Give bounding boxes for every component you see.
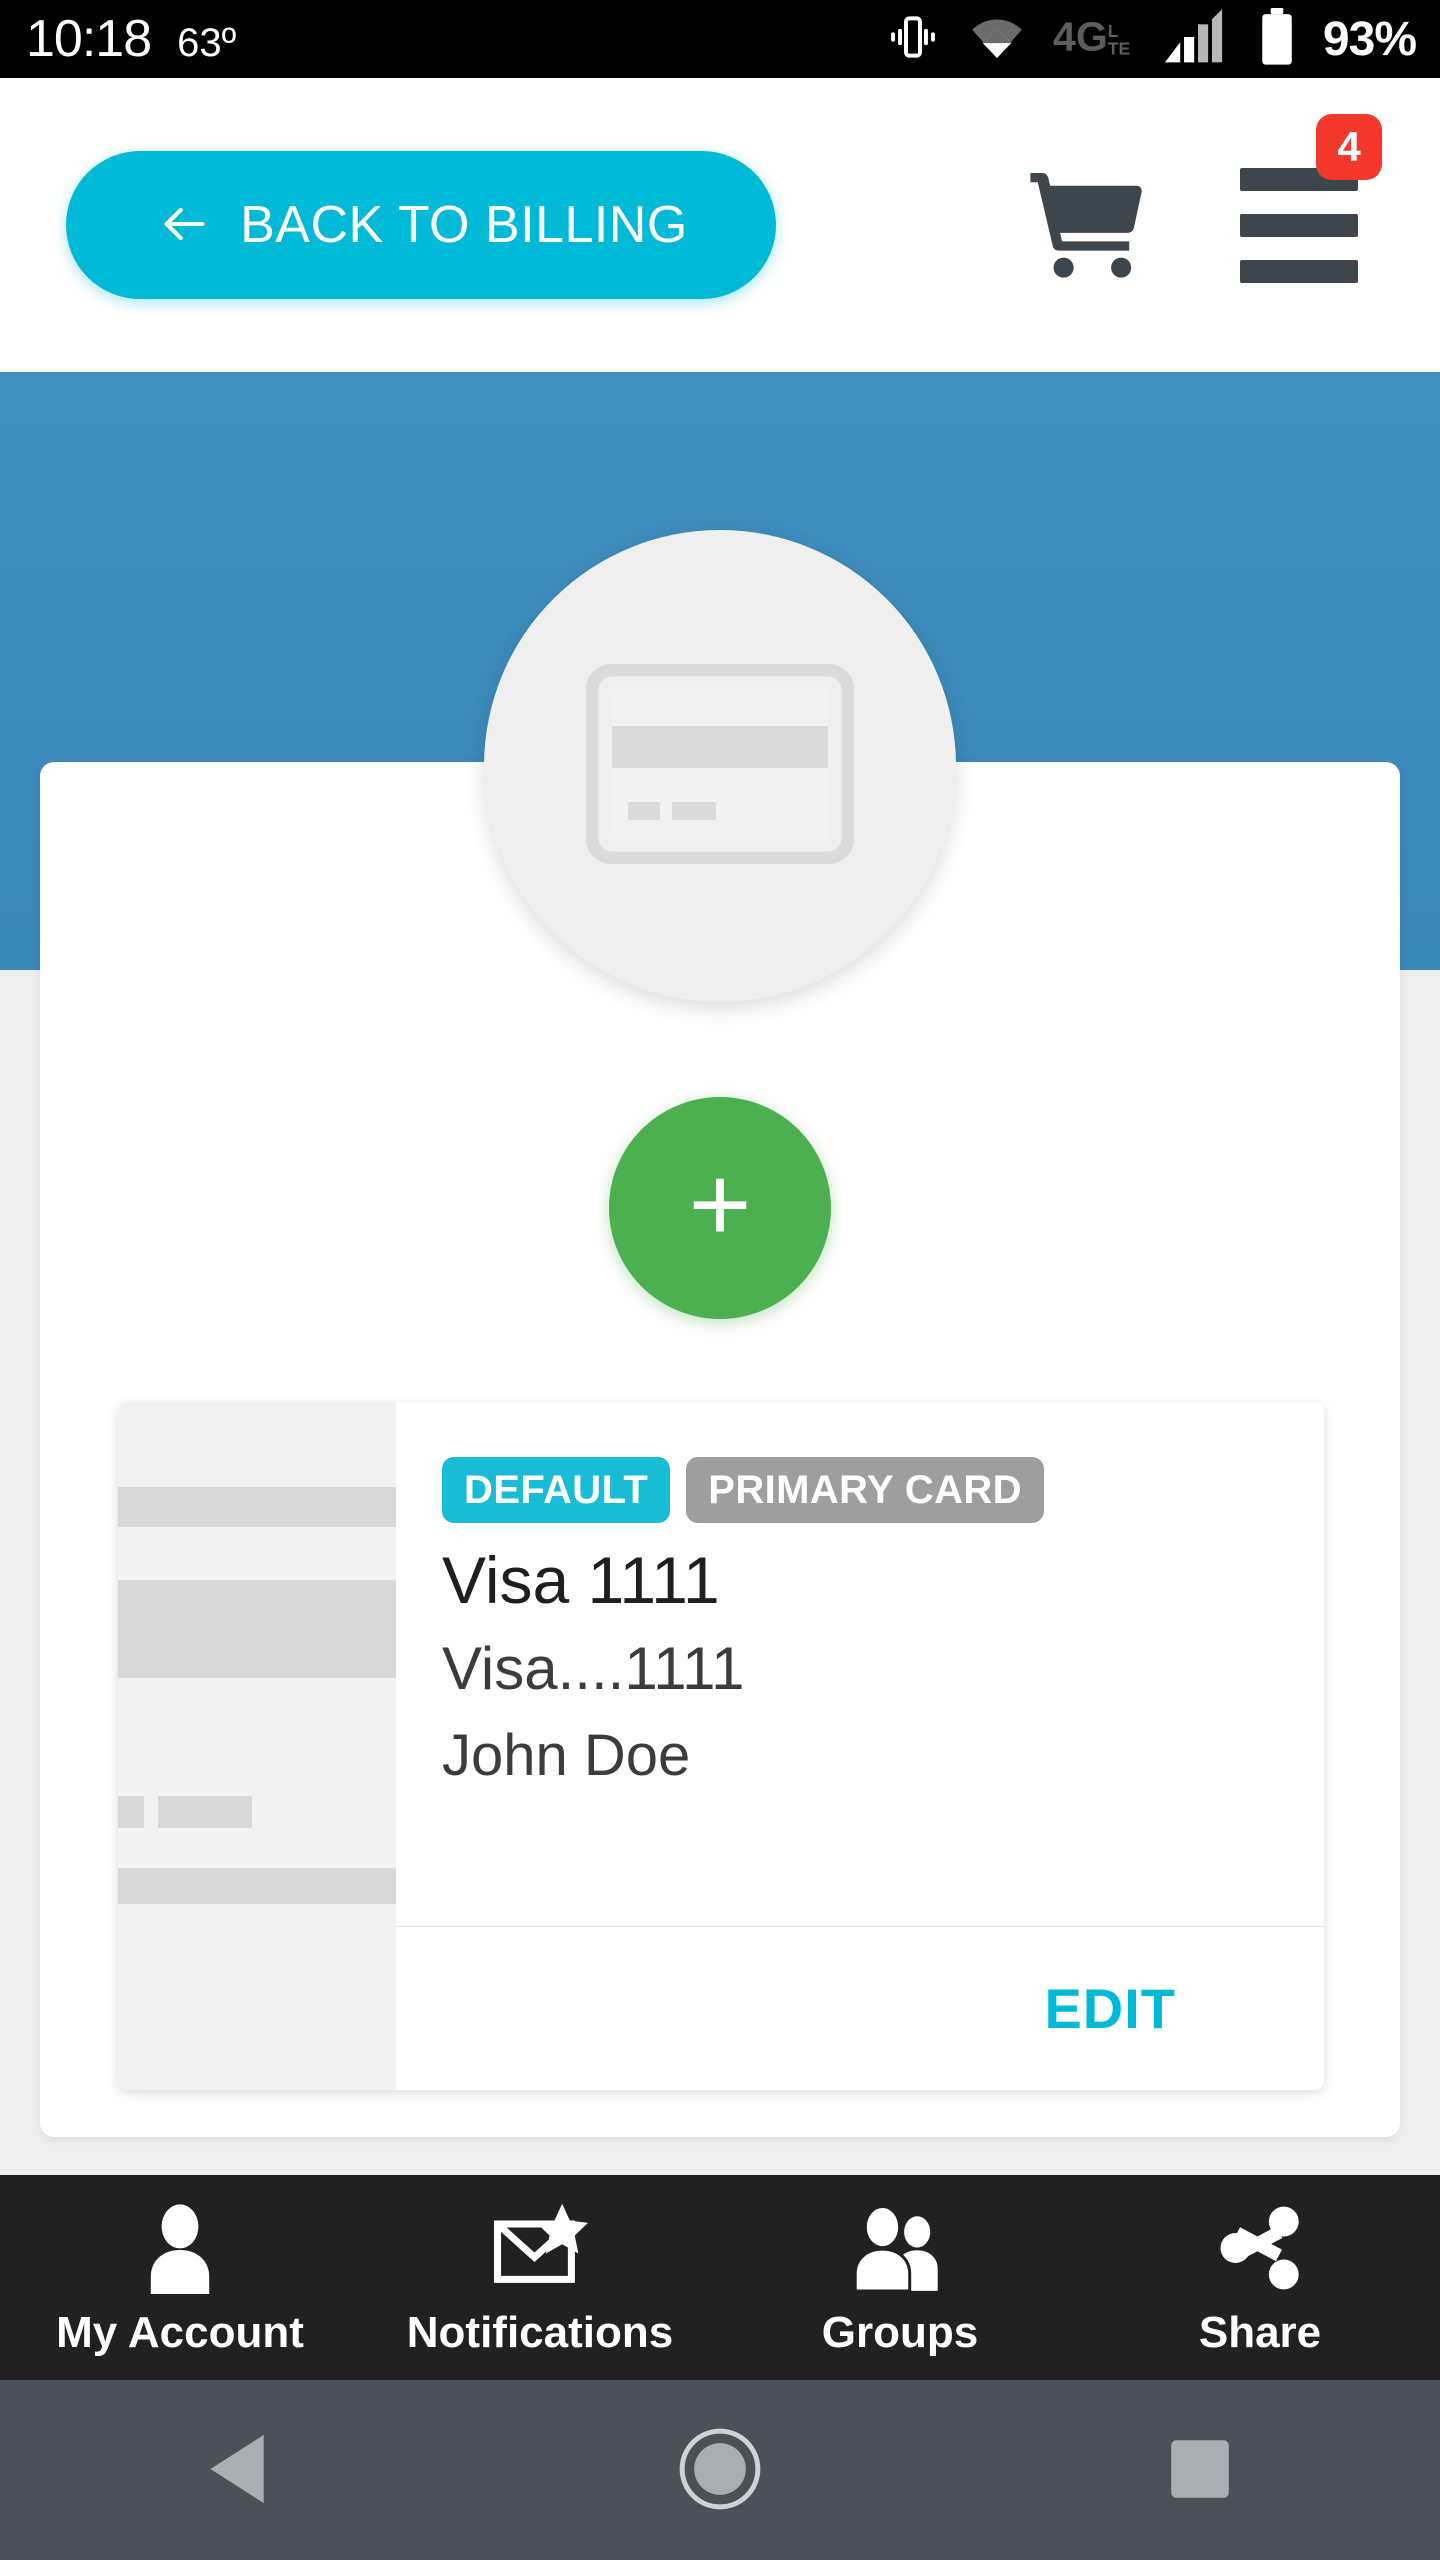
recents-square-icon — [1168, 2437, 1232, 2504]
home-circle-icon — [679, 2428, 761, 2513]
add-payment-method-button[interactable]: + — [609, 1097, 831, 1319]
header-actions: 4 — [1024, 113, 1440, 283]
payment-method-number: Visa....1111 — [442, 1634, 745, 1702]
person-icon — [136, 2198, 224, 2294]
status-temperature: 63º — [177, 21, 237, 65]
tab-label-groups: Groups — [821, 2307, 979, 2357]
status-bar-right: 4G L TE 93% — [885, 7, 1440, 71]
payment-method-info: DEFAULT PRIMARY CARD Visa 1111 Visa....1… — [396, 1402, 1324, 1926]
status-bar: 10:18 63º 4G L TE 93% — [0, 0, 1440, 78]
status-time: 10:18 — [26, 10, 152, 68]
wifi-icon — [967, 9, 1027, 70]
avatar — [484, 530, 956, 1002]
payment-method-cardholder: John Doe — [442, 1722, 691, 1788]
payment-method-actions: EDIT — [396, 1926, 1324, 2090]
credit-card-icon — [585, 663, 855, 869]
menu-badge: 4 — [1316, 113, 1382, 180]
payment-method-title: Visa 1111 — [442, 1543, 720, 1617]
nav-back-button[interactable] — [0, 2432, 480, 2509]
back-to-billing-button[interactable]: BACK TO BILLING — [66, 151, 776, 299]
tab-notifications[interactable]: Notifications — [360, 2198, 720, 2358]
tab-label-my-account: My Account — [56, 2307, 304, 2357]
edit-button[interactable]: EDIT — [1044, 1976, 1176, 2041]
4g-lte-icon: 4G L TE — [1053, 9, 1139, 70]
tab-my-account[interactable]: My Account — [0, 2198, 360, 2358]
payment-method-badges: DEFAULT PRIMARY CARD — [442, 1457, 1324, 1523]
people-group-icon — [844, 2198, 956, 2294]
status-bar-left: 10:18 63º — [0, 13, 236, 65]
tab-label-notifications: Notifications — [406, 2307, 674, 2357]
payment-method-body: DEFAULT PRIMARY CARD Visa 1111 Visa....1… — [396, 1402, 1324, 2090]
shopping-cart-icon — [1024, 172, 1148, 283]
plus-icon: + — [688, 1143, 752, 1264]
battery-percent: 93% — [1322, 12, 1417, 66]
credit-card-thumbnail — [118, 1402, 396, 2090]
back-to-billing-label: BACK TO BILLING — [240, 196, 688, 254]
share-nodes-icon — [1214, 2198, 1306, 2294]
back-triangle-icon — [207, 2432, 273, 2509]
menu-button[interactable]: 4 — [1240, 113, 1382, 283]
tab-label-share: Share — [1198, 2307, 1322, 2357]
nav-home-button[interactable] — [480, 2428, 960, 2513]
status-badge-default: DEFAULT — [442, 1457, 671, 1523]
cart-button[interactable] — [1024, 168, 1148, 283]
hamburger-menu-icon — [1240, 167, 1358, 283]
android-nav-bar — [0, 2380, 1440, 2560]
app-header: BACK TO BILLING 4 — [0, 78, 1440, 372]
payment-method-tile[interactable]: DEFAULT PRIMARY CARD Visa 1111 Visa....1… — [118, 1402, 1324, 2090]
svg-text:4G: 4G — [1053, 13, 1108, 59]
vibrate-icon — [885, 9, 941, 70]
bottom-tab-bar: My Account Notifications Groups Share — [0, 2175, 1440, 2380]
battery-icon — [1257, 7, 1297, 71]
arrow-left-icon — [154, 198, 214, 253]
status-badge-primary-card: PRIMARY CARD — [686, 1457, 1044, 1523]
signal-icon — [1164, 8, 1231, 70]
tab-share[interactable]: Share — [1080, 2198, 1440, 2358]
tab-groups[interactable]: Groups — [720, 2198, 1080, 2358]
svg-text:TE: TE — [1108, 38, 1131, 58]
envelope-star-icon — [492, 2198, 588, 2294]
nav-recents-button[interactable] — [960, 2437, 1440, 2504]
